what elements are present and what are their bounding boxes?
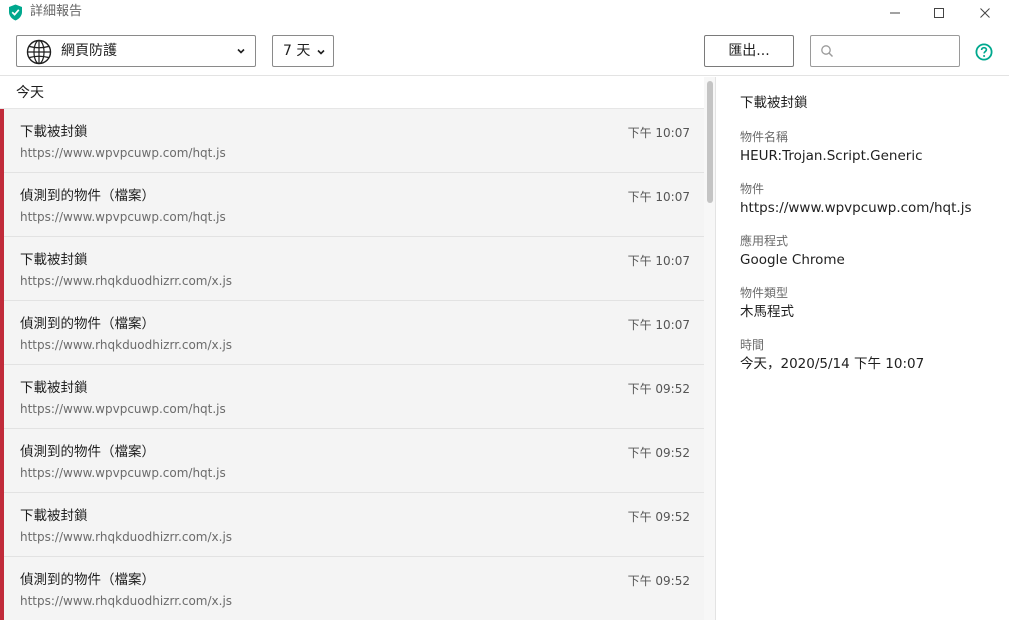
detail-label-application: 應用程式: [740, 234, 789, 248]
detail-value-application: Google Chrome: [740, 252, 845, 268]
detail-label-time: 時間: [740, 338, 765, 352]
event-time: 下午 09:52: [627, 510, 690, 524]
threat-marker: [0, 173, 4, 237]
threat-marker: [0, 493, 4, 557]
threat-marker: [0, 301, 4, 365]
search-icon: [821, 45, 833, 57]
detail-pane: 下載被封鎖 物件名稱 HEUR:Trojan.Script.Generic 物件…: [717, 77, 1009, 620]
detail-title: 下載被封鎖: [740, 95, 808, 111]
event-title: 下載被封鎖: [20, 508, 88, 524]
event-time: 下午 09:52: [627, 574, 690, 588]
event-url: https://www.rhqkduodhizrr.com/x.js: [20, 530, 233, 544]
detail-label-object: 物件: [740, 182, 765, 196]
event-title: 下載被封鎖: [20, 252, 88, 268]
detail-label-object-type: 物件類型: [740, 286, 789, 300]
list-item[interactable]: 下載被封鎖 https://www.rhqkduodhizrr.com/x.js…: [0, 237, 704, 301]
minimize-icon: [890, 12, 900, 14]
event-time: 下午 09:52: [627, 382, 690, 396]
period-select-value: 7 天: [283, 43, 311, 59]
group-header: 今天: [0, 77, 704, 109]
detail-label-object-name: 物件名稱: [740, 130, 789, 144]
event-url: https://www.wpvpcuwp.com/hqt.js: [20, 210, 226, 224]
search-box[interactable]: [810, 35, 960, 67]
event-title: 偵測到的物件（檔案）: [20, 572, 155, 588]
event-title: 偵測到的物件（檔案）: [20, 316, 155, 332]
event-url: https://www.wpvpcuwp.com/hqt.js: [20, 402, 226, 416]
close-icon: [980, 8, 990, 18]
help-icon[interactable]: [975, 43, 993, 61]
list-item[interactable]: 下載被封鎖 https://www.rhqkduodhizrr.com/x.js…: [0, 493, 704, 557]
event-time: 下午 10:07: [627, 126, 690, 140]
scrollbar-thumb[interactable]: [707, 81, 713, 203]
minimize-button[interactable]: [872, 0, 918, 26]
event-title: 下載被封鎖: [20, 380, 88, 396]
event-url: https://www.rhqkduodhizrr.com/x.js: [20, 594, 233, 608]
detail-value-object-type: 木馬程式: [740, 304, 794, 320]
list-item[interactable]: 偵測到的物件（檔案） https://www.rhqkduodhizrr.com…: [0, 557, 704, 620]
title-bar: 詳細報告: [0, 0, 1009, 26]
period-select[interactable]: 7 天: [272, 35, 334, 67]
event-time: 下午 09:52: [627, 446, 690, 460]
window-title: 詳細報告: [30, 4, 83, 19]
list-item[interactable]: 偵測到的物件（檔案） https://www.wpvpcuwp.com/hqt.…: [0, 429, 704, 493]
maximize-button[interactable]: [916, 0, 962, 26]
event-list: 今天 下載被封鎖 https://www.wpvpcuwp.com/hqt.js…: [0, 77, 716, 620]
detail-value-time: 今天，2020/5/14 下午 10:07: [740, 356, 925, 372]
group-label: 今天: [16, 85, 44, 101]
event-title: 下載被封鎖: [20, 124, 88, 140]
event-url: https://www.wpvpcuwp.com/hqt.js: [20, 466, 226, 480]
list-item[interactable]: 偵測到的物件（檔案） https://www.wpvpcuwp.com/hqt.…: [0, 173, 704, 237]
component-select[interactable]: 網頁防護: [16, 35, 256, 67]
list-scrollbar[interactable]: [704, 77, 715, 620]
list-item[interactable]: 下載被封鎖 https://www.wpvpcuwp.com/hqt.js 下午…: [0, 365, 704, 429]
detail-value-object: https://www.wpvpcuwp.com/hqt.js: [740, 200, 972, 216]
component-select-value: 網頁防護: [61, 43, 117, 59]
threat-marker: [0, 237, 4, 301]
event-time: 下午 10:07: [627, 254, 690, 268]
chevron-down-icon: [317, 49, 325, 55]
threat-marker: [0, 109, 4, 173]
detailed-report-window: 詳細報告 網頁防護 7 天 匯出... 今天 下載被封鎖 https://www…: [0, 0, 1009, 620]
export-button[interactable]: 匯出...: [704, 35, 794, 67]
event-url: https://www.rhqkduodhizrr.com/x.js: [20, 274, 233, 288]
event-time: 下午 10:07: [627, 190, 690, 204]
list-item[interactable]: 偵測到的物件（檔案） https://www.rhqkduodhizrr.com…: [0, 301, 704, 365]
close-button[interactable]: [962, 0, 1008, 26]
threat-marker: [0, 365, 4, 429]
globe-icon: [26, 39, 52, 65]
threat-marker: [0, 429, 4, 493]
event-title: 偵測到的物件（檔案）: [20, 444, 155, 460]
toolbar: 網頁防護 7 天 匯出...: [0, 26, 1009, 76]
event-url: https://www.rhqkduodhizrr.com/x.js: [20, 338, 233, 352]
detail-value-object-name: HEUR:Trojan.Script.Generic: [740, 148, 923, 164]
threat-marker: [0, 557, 4, 620]
event-rows: 下載被封鎖 https://www.wpvpcuwp.com/hqt.js 下午…: [0, 109, 704, 620]
event-url: https://www.wpvpcuwp.com/hqt.js: [20, 146, 226, 160]
search-input[interactable]: [839, 40, 955, 62]
maximize-icon: [934, 8, 944, 18]
kaspersky-shield-icon: [9, 4, 22, 21]
event-time: 下午 10:07: [627, 318, 690, 332]
list-item[interactable]: 下載被封鎖 https://www.wpvpcuwp.com/hqt.js 下午…: [0, 109, 704, 173]
event-title: 偵測到的物件（檔案）: [20, 188, 155, 204]
chevron-down-icon: [237, 48, 245, 54]
